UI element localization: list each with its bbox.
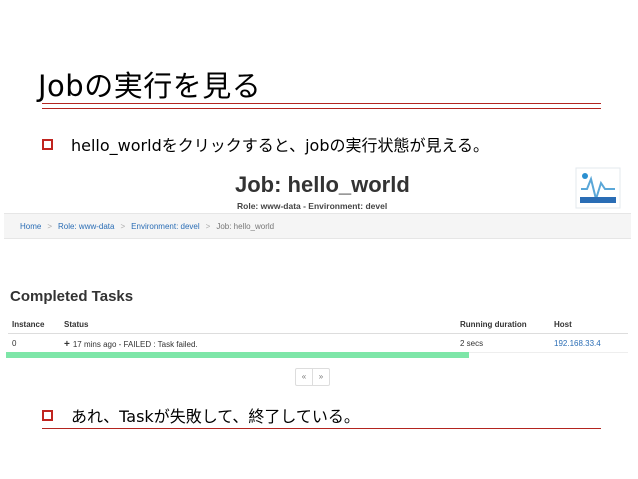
pager-prev-button[interactable]: « [296, 369, 312, 385]
table-row: 0 +17 mins ago - FAILED : Task failed. 2… [8, 334, 628, 353]
slide-title: Jobの実行を見る [38, 69, 262, 103]
square-bullet-icon [42, 409, 53, 421]
title-divider [42, 103, 601, 104]
pager-next-button[interactable]: » [312, 369, 329, 385]
column-header: Running duration [460, 320, 527, 329]
breadcrumb-separator: > [47, 221, 53, 231]
bullet-2: あれ、Taskが失敗して、終了している。 [42, 403, 360, 427]
breadcrumb-separator: > [205, 221, 211, 231]
breadcrumb-environment[interactable]: Environment: devel [125, 222, 199, 231]
job-subtitle: Role: www-data - Environment: devel [237, 201, 388, 211]
breadcrumb-job: Job: hello_world [216, 221, 275, 231]
bottom-divider [42, 428, 601, 429]
breadcrumb-role[interactable]: Role: www-data [52, 222, 114, 231]
duration-cell: 2 secs [460, 339, 484, 348]
title-divider-lower [42, 108, 601, 109]
section-title: Completed Tasks [10, 288, 134, 305]
pager: « » [295, 368, 330, 386]
aurora-job-screenshot: Job: hello_world Role: www-data - Enviro… [0, 165, 631, 387]
column-header: Host [554, 320, 572, 329]
breadcrumb-separator: > [120, 221, 126, 231]
bullet-2-text: あれ、Taskが失敗して、終了している。 [71, 407, 360, 426]
tasks-table: Instance Status Running duration Host 0 … [8, 315, 628, 353]
bullet-1-text: hello_worldをクリックすると、jobの実行状態が見える。 [71, 136, 489, 155]
status-text: 17 mins ago - FAILED : Task failed. [72, 340, 198, 349]
table-header-row: Instance Status Running duration Host [8, 315, 628, 334]
progress-bar [6, 352, 469, 358]
bullet-1: hello_worldをクリックすると、jobの実行状態が見える。 [42, 132, 489, 156]
job-title: Job: hello_world [235, 172, 410, 197]
column-header: Instance [12, 320, 45, 329]
breadcrumb: Home > Role: www-data > Environment: dev… [4, 213, 631, 239]
host-link[interactable]: 192.168.33.4 [554, 339, 601, 348]
aurora-logo-icon [575, 167, 621, 209]
square-bullet-icon [42, 138, 53, 150]
expand-icon[interactable]: + [64, 339, 70, 350]
instance-cell: 0 [12, 339, 17, 348]
column-header: Status [64, 320, 89, 329]
status-cell: +17 mins ago - FAILED : Task failed. [64, 339, 198, 350]
breadcrumb-home[interactable]: Home [4, 222, 41, 231]
